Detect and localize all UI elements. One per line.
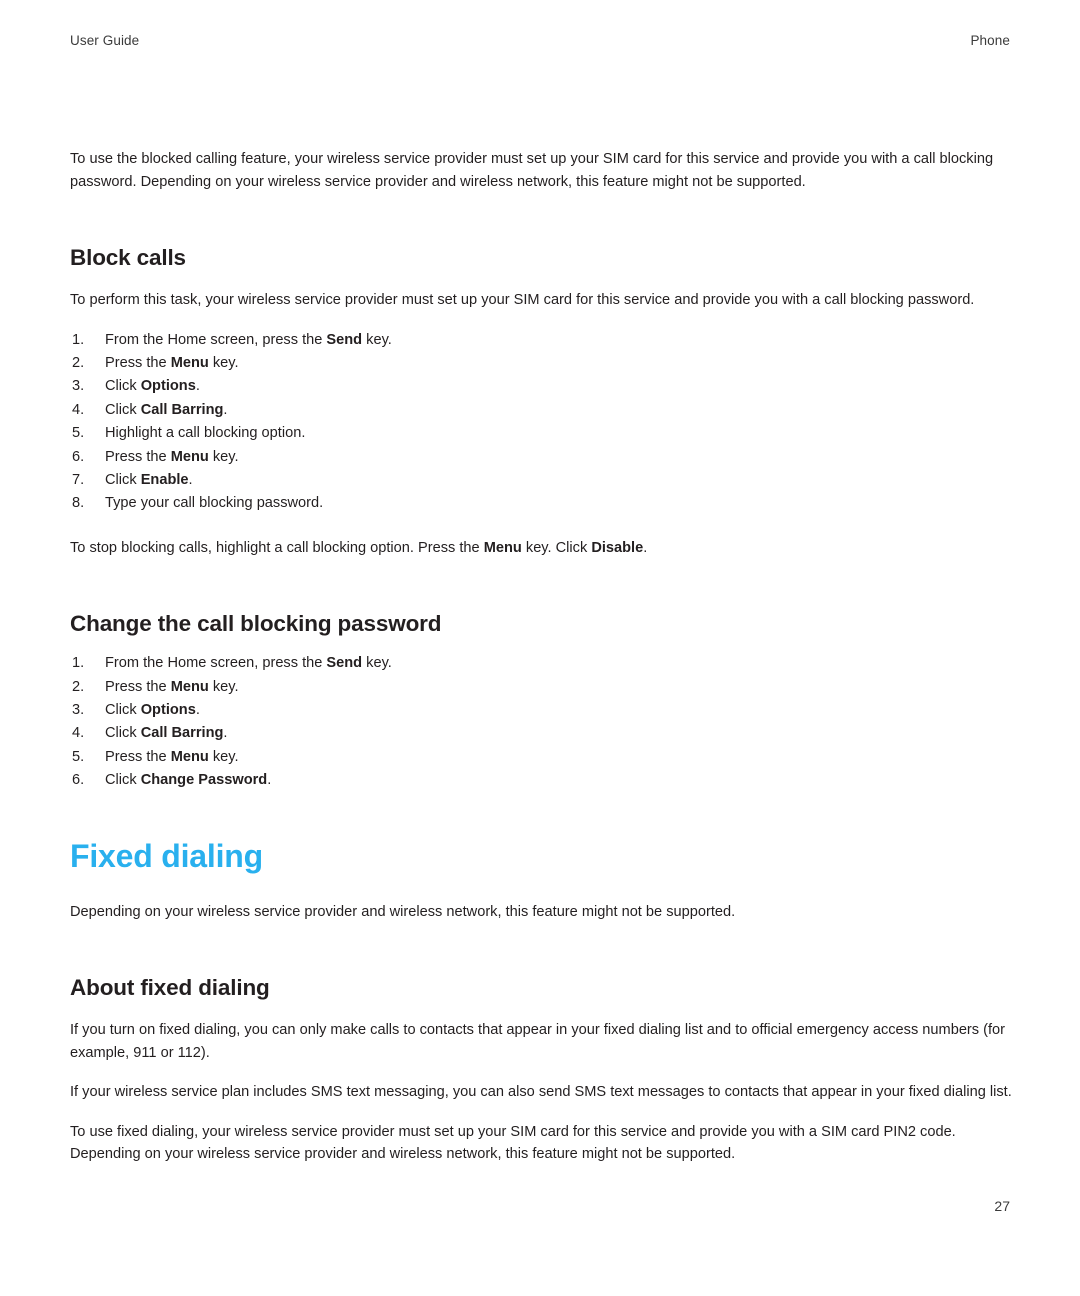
step-pre: Click	[105, 702, 141, 719]
list-item: Click Call Barring.	[70, 399, 1012, 423]
running-head-left: User Guide	[70, 33, 140, 48]
step-keyword: Change Password	[140, 772, 268, 789]
about-paragraph-1: If you turn on fixed dialing, you can on…	[70, 1022, 1006, 1061]
step-pre: From the Home screen, press the	[105, 655, 327, 672]
block-calls-intro: To perform this task, your wireless serv…	[70, 292, 975, 308]
list-item: Click Call Barring.	[70, 722, 1012, 746]
step-pre: Type your call blocking password.	[105, 495, 324, 512]
outro-mid: key. Click	[521, 539, 592, 556]
list-item: Click Change Password.	[70, 769, 1012, 793]
step-post: key.	[208, 748, 239, 765]
step-keyword: Menu	[170, 448, 209, 465]
step-keyword: Menu	[170, 678, 209, 695]
step-keyword: Send	[326, 331, 363, 348]
about-paragraph-3: To use fixed dialing, your wireless serv…	[70, 1123, 956, 1163]
about-paragraph-2: If your wireless service plan includes S…	[70, 1084, 1012, 1101]
step-post: .	[267, 772, 272, 789]
step-pre: Click	[105, 725, 141, 742]
page-number: 27	[994, 1198, 1010, 1214]
page-content: To use the blocked calling feature, your…	[70, 148, 1012, 1166]
block-calls-steps: From the Home screen, press the Send key…	[70, 329, 1012, 517]
step-pre: Click	[105, 378, 141, 395]
change-password-steps: From the Home screen, press the Send key…	[70, 652, 1012, 793]
list-item: Click Options.	[70, 699, 1012, 723]
step-pre: Click	[105, 471, 141, 488]
heading-about-fixed-dialing: About fixed dialing	[70, 975, 270, 1001]
step-pre: Press the	[105, 354, 171, 371]
list-item: Type your call blocking password.	[70, 492, 1012, 516]
step-post: key.	[208, 448, 239, 465]
step-post: key.	[362, 331, 392, 348]
outro-post: .	[643, 539, 648, 556]
fixed-dialing-intro: Depending on your wireless service provi…	[70, 903, 736, 920]
step-keyword: Enable	[140, 471, 189, 488]
step-keyword: Menu	[170, 354, 209, 371]
step-pre: Press the	[105, 748, 171, 765]
running-head: User Guide Phone	[70, 33, 1010, 48]
document-page: User Guide Phone To use the blocked call…	[0, 0, 1080, 1296]
intro-paragraph: To use the blocked calling feature, your…	[70, 151, 994, 190]
outro-keyword-menu: Menu	[483, 539, 522, 556]
list-item: From the Home screen, press the Send key…	[70, 329, 1012, 353]
step-pre: Click	[105, 401, 141, 418]
step-post: .	[223, 725, 228, 742]
running-head-right: Phone	[970, 33, 1010, 48]
step-post: key.	[362, 655, 392, 672]
heading-fixed-dialing: Fixed dialing	[70, 837, 263, 874]
outro-pre: To stop blocking calls, highlight a call…	[70, 539, 484, 556]
list-item: Click Options.	[70, 375, 1012, 399]
step-keyword: Menu	[170, 748, 209, 765]
step-post: key.	[208, 354, 239, 371]
step-keyword: Options	[140, 702, 196, 719]
list-item: Press the Menu key.	[70, 676, 1012, 700]
step-keyword: Options	[140, 378, 196, 395]
list-item: From the Home screen, press the Send key…	[70, 652, 1012, 676]
step-post: key.	[208, 678, 239, 695]
step-keyword: Call Barring	[140, 725, 224, 742]
step-keyword: Call Barring	[140, 401, 224, 418]
step-pre: Press the	[105, 678, 171, 695]
step-post: .	[195, 702, 200, 719]
step-keyword: Send	[326, 655, 363, 672]
list-item: Click Enable.	[70, 469, 1012, 493]
list-item: Press the Menu key.	[70, 446, 1012, 470]
step-pre: Click	[105, 772, 141, 789]
heading-block-calls: Block calls	[70, 245, 186, 270]
step-pre: Press the	[105, 448, 171, 465]
outro-keyword-disable: Disable	[591, 539, 644, 556]
step-pre: Highlight a call blocking option.	[105, 425, 306, 442]
step-pre: From the Home screen, press the	[105, 331, 327, 348]
step-post: .	[188, 471, 193, 488]
step-post: .	[223, 401, 228, 418]
list-item: Press the Menu key.	[70, 746, 1012, 770]
list-item: Press the Menu key.	[70, 352, 1012, 376]
block-calls-outro: To stop blocking calls, highlight a call…	[70, 537, 1012, 560]
list-item: Highlight a call blocking option.	[70, 422, 1012, 446]
step-post: .	[195, 378, 200, 395]
heading-change-password: Change the call blocking password	[70, 611, 442, 637]
